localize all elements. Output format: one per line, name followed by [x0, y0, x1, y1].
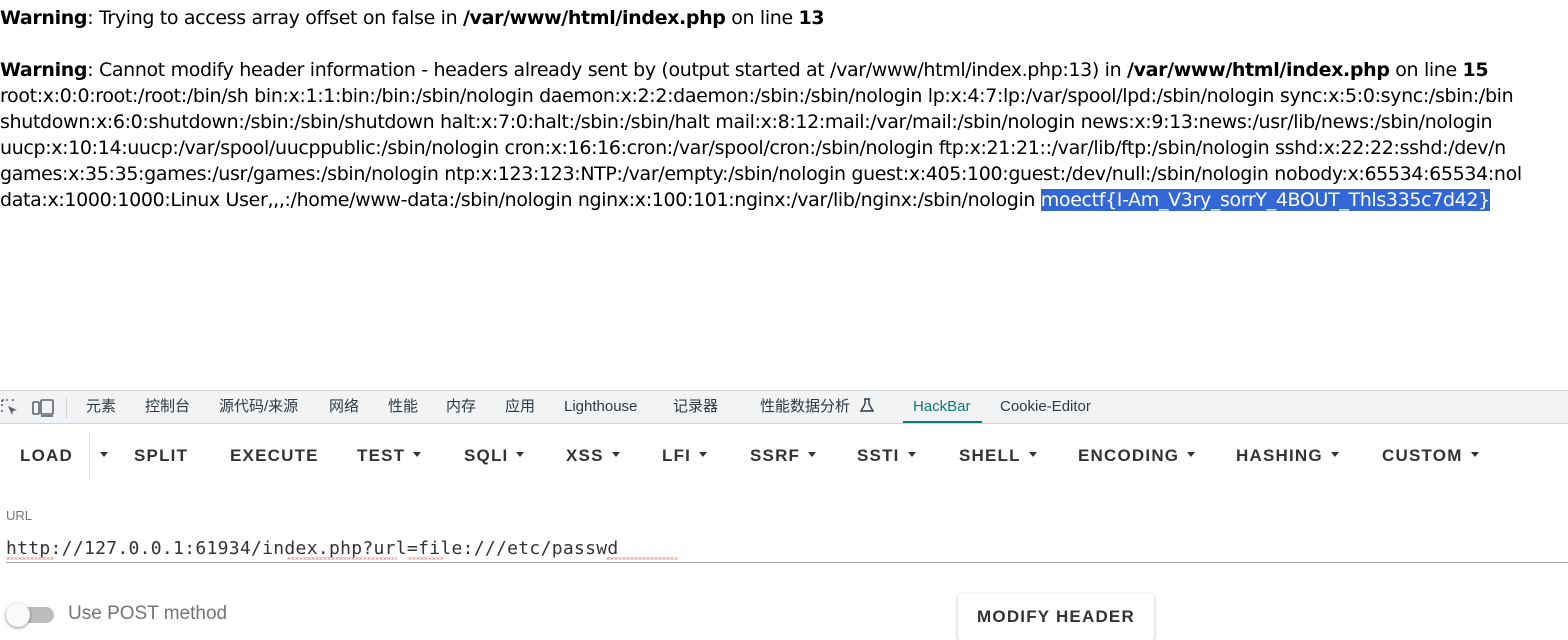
load-split-divider — [89, 432, 90, 480]
test-menu-button[interactable]: TEST — [357, 444, 422, 468]
spellcheck-underline — [287, 557, 397, 560]
page-output: Warning: Trying to access array offset o… — [0, 0, 1568, 390]
tab-memory[interactable]: 内存 — [446, 391, 476, 423]
chevron-down-icon — [699, 452, 708, 458]
tab-sources[interactable]: 源代码/来源 — [219, 391, 298, 423]
tab-console[interactable]: 控制台 — [145, 391, 190, 423]
warning-line-number: 15 — [1462, 59, 1489, 81]
execute-button[interactable]: EXECUTE — [230, 444, 319, 468]
flask-icon — [859, 398, 875, 412]
warning-on-line: on line — [725, 7, 799, 29]
tab-application[interactable]: 应用 — [505, 391, 535, 423]
warning-line-number: 13 — [798, 7, 825, 29]
custom-label: CUSTOM — [1382, 446, 1463, 465]
chevron-down-icon — [611, 452, 620, 458]
test-label: TEST — [357, 446, 406, 465]
warning-message: : Cannot modify header information - hea… — [87, 59, 1127, 81]
load-options-button[interactable] — [92, 444, 108, 468]
hashing-menu-button[interactable]: HASHING — [1236, 444, 1339, 468]
post-method-label: Use POST method — [68, 603, 228, 624]
passwd-line: root:x:0:0:root:/root:/bin/sh bin:x:1:1:… — [0, 85, 1514, 107]
spellcheck-underline — [408, 557, 443, 560]
chevron-down-icon — [516, 452, 525, 458]
device-toolbar-icon[interactable] — [32, 398, 54, 418]
encoding-label: ENCODING — [1078, 446, 1180, 465]
warning-message: : Trying to access array offset on false… — [87, 7, 463, 29]
load-button[interactable]: LOAD — [20, 444, 73, 468]
warning-on-line: on line — [1389, 59, 1463, 81]
chevron-down-icon — [907, 452, 916, 458]
url-label: URL — [6, 508, 33, 523]
tab-elements[interactable]: 元素 — [86, 391, 116, 423]
warning-label: Warning — [0, 59, 88, 81]
chevron-down-icon — [1330, 452, 1339, 458]
warning-line-2: Warning: Cannot modify header informatio… — [0, 57, 1489, 83]
passwd-line: shutdown:x:6:0:shutdown:/sbin:/sbin/shut… — [0, 111, 1493, 133]
passwd-line-last: data:x:1000:1000:Linux User,,,:/home/www… — [0, 187, 1490, 213]
ssti-menu-button[interactable]: SSTI — [857, 444, 916, 468]
split-button[interactable]: SPLIT — [134, 444, 188, 468]
toolbar-divider — [66, 398, 67, 418]
chevron-down-icon — [1028, 452, 1037, 458]
hackbar-toolbar: LOAD SPLIT EXECUTE TEST SQLI XSS LFI SSR… — [0, 424, 1568, 488]
tab-performance-insights-label: 性能数据分析 — [760, 398, 851, 415]
tab-cookie-editor[interactable]: Cookie-Editor — [1000, 391, 1091, 423]
modify-header-button[interactable]: MODIFY HEADER — [958, 594, 1154, 640]
active-tab-indicator — [903, 421, 982, 423]
encoding-menu-button[interactable]: ENCODING — [1078, 444, 1196, 468]
shell-label: SHELL — [959, 446, 1021, 465]
spellcheck-underline — [6, 557, 54, 560]
tab-performance-insights[interactable]: 性能数据分析 — [760, 391, 875, 423]
url-input[interactable] — [6, 534, 1568, 563]
hashing-label: HASHING — [1236, 446, 1323, 465]
xss-label: XSS — [566, 446, 604, 465]
warning-label: Warning — [0, 7, 88, 29]
passwd-line: data:x:1000:1000:Linux User,,,:/home/www… — [0, 189, 1041, 211]
warning-file: /var/www/html/index.php — [462, 7, 726, 29]
ssrf-menu-button[interactable]: SSRF — [750, 444, 817, 468]
devtools-tab-bar: 元素 控制台 源代码/来源 网络 性能 内存 应用 Lighthouse 记录器… — [0, 390, 1568, 424]
sqli-menu-button[interactable]: SQLI — [464, 444, 525, 468]
warning-line-1: Warning: Trying to access array offset o… — [0, 5, 825, 31]
tab-hackbar[interactable]: HackBar — [913, 391, 971, 423]
chevron-down-icon — [100, 452, 108, 458]
chevron-down-icon — [1187, 452, 1196, 458]
post-method-toggle-thumb[interactable] — [6, 603, 30, 627]
chevron-down-icon — [1470, 452, 1479, 458]
warning-file: /var/www/html/index.php — [1127, 59, 1390, 81]
xss-menu-button[interactable]: XSS — [566, 444, 620, 468]
ssti-label: SSTI — [857, 446, 900, 465]
spellcheck-underline — [606, 557, 678, 560]
lfi-menu-button[interactable]: LFI — [662, 444, 708, 468]
custom-menu-button[interactable]: CUSTOM — [1382, 444, 1479, 468]
inspect-element-icon[interactable] — [0, 398, 20, 418]
sqli-label: SQLI — [464, 446, 509, 465]
tab-performance[interactable]: 性能 — [388, 391, 418, 423]
tab-lighthouse[interactable]: Lighthouse — [564, 391, 637, 423]
ssrf-label: SSRF — [750, 446, 801, 465]
passwd-line: games:x:35:35:games:/usr/games:/sbin/nol… — [0, 163, 1522, 185]
passwd-line: uucp:x:10:14:uucp:/var/spool/uucppublic:… — [0, 137, 1506, 159]
lfi-label: LFI — [662, 446, 692, 465]
selected-flag-text[interactable]: moectf{I-Am_V3ry_sorrY_4BOUT_Thls335c7d4… — [1040, 189, 1490, 211]
tab-recorder[interactable]: 记录器 — [673, 391, 718, 423]
tab-network[interactable]: 网络 — [329, 391, 359, 423]
shell-menu-button[interactable]: SHELL — [959, 444, 1037, 468]
chevron-down-icon — [413, 452, 422, 458]
chevron-down-icon — [808, 452, 817, 458]
